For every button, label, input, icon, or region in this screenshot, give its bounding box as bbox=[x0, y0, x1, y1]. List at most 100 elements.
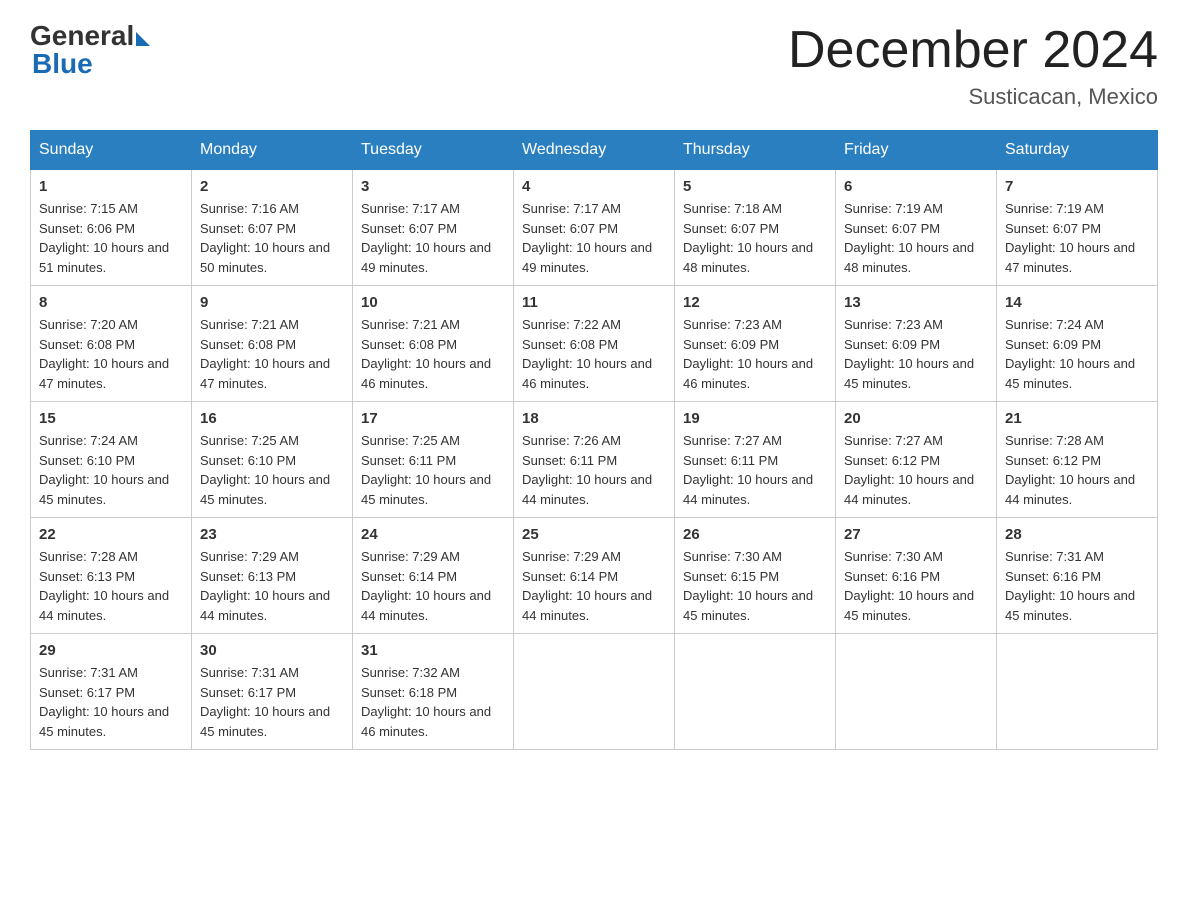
day-number: 3 bbox=[361, 178, 505, 195]
calendar-cell: 26 Sunrise: 7:30 AMSunset: 6:15 PMDayligh… bbox=[675, 518, 836, 634]
calendar-cell bbox=[997, 634, 1158, 750]
day-number: 8 bbox=[39, 294, 183, 311]
day-number: 25 bbox=[522, 526, 666, 543]
day-number: 1 bbox=[39, 178, 183, 195]
day-info: Sunrise: 7:27 AMSunset: 6:11 PMDaylight:… bbox=[683, 431, 827, 509]
logo-blue-text: Blue bbox=[32, 48, 93, 80]
calendar-cell bbox=[675, 634, 836, 750]
header-cell-wednesday: Wednesday bbox=[514, 131, 675, 170]
day-info: Sunrise: 7:18 AMSunset: 6:07 PMDaylight:… bbox=[683, 199, 827, 277]
day-number: 27 bbox=[844, 526, 988, 543]
day-info: Sunrise: 7:29 AMSunset: 6:13 PMDaylight:… bbox=[200, 547, 344, 625]
title-area: December 2024 Susticacan, Mexico bbox=[788, 20, 1158, 110]
day-info: Sunrise: 7:27 AMSunset: 6:12 PMDaylight:… bbox=[844, 431, 988, 509]
day-number: 22 bbox=[39, 526, 183, 543]
day-info: Sunrise: 7:23 AMSunset: 6:09 PMDaylight:… bbox=[844, 315, 988, 393]
calendar-cell: 5 Sunrise: 7:18 AMSunset: 6:07 PMDaylight… bbox=[675, 170, 836, 286]
day-number: 28 bbox=[1005, 526, 1149, 543]
day-number: 2 bbox=[200, 178, 344, 195]
day-info: Sunrise: 7:24 AMSunset: 6:09 PMDaylight:… bbox=[1005, 315, 1149, 393]
calendar-row: 8 Sunrise: 7:20 AMSunset: 6:08 PMDaylight… bbox=[31, 286, 1158, 402]
calendar-cell: 21 Sunrise: 7:28 AMSunset: 6:12 PMDayligh… bbox=[997, 402, 1158, 518]
header-row: SundayMondayTuesdayWednesdayThursdayFrid… bbox=[31, 131, 1158, 170]
calendar-row: 29 Sunrise: 7:31 AMSunset: 6:17 PMDayligh… bbox=[31, 634, 1158, 750]
day-info: Sunrise: 7:22 AMSunset: 6:08 PMDaylight:… bbox=[522, 315, 666, 393]
calendar-header: SundayMondayTuesdayWednesdayThursdayFrid… bbox=[31, 131, 1158, 170]
day-number: 16 bbox=[200, 410, 344, 427]
calendar-cell: 7 Sunrise: 7:19 AMSunset: 6:07 PMDaylight… bbox=[997, 170, 1158, 286]
day-number: 6 bbox=[844, 178, 988, 195]
day-info: Sunrise: 7:24 AMSunset: 6:10 PMDaylight:… bbox=[39, 431, 183, 509]
header-cell-friday: Friday bbox=[836, 131, 997, 170]
calendar-cell: 3 Sunrise: 7:17 AMSunset: 6:07 PMDaylight… bbox=[353, 170, 514, 286]
calendar-cell: 20 Sunrise: 7:27 AMSunset: 6:12 PMDayligh… bbox=[836, 402, 997, 518]
calendar-cell: 9Sunrise: 7:21 AMSunset: 6:08 PMDaylight… bbox=[192, 286, 353, 402]
day-info: Sunrise: 7:20 AMSunset: 6:08 PMDaylight:… bbox=[39, 315, 183, 393]
calendar-cell: 13 Sunrise: 7:23 AMSunset: 6:09 PMDayligh… bbox=[836, 286, 997, 402]
day-info: Sunrise: 7:26 AMSunset: 6:11 PMDaylight:… bbox=[522, 431, 666, 509]
calendar-cell: 14 Sunrise: 7:24 AMSunset: 6:09 PMDayligh… bbox=[997, 286, 1158, 402]
day-number: 21 bbox=[1005, 410, 1149, 427]
day-info: Sunrise: 7:30 AMSunset: 6:15 PMDaylight:… bbox=[683, 547, 827, 625]
calendar-table: SundayMondayTuesdayWednesdayThursdayFrid… bbox=[30, 130, 1158, 750]
calendar-cell: 1Sunrise: 7:15 AMSunset: 6:06 PMDaylight… bbox=[31, 170, 192, 286]
day-number: 31 bbox=[361, 642, 505, 659]
calendar-cell: 2 Sunrise: 7:16 AMSunset: 6:07 PMDaylight… bbox=[192, 170, 353, 286]
calendar-cell: 10 Sunrise: 7:21 AMSunset: 6:08 PMDayligh… bbox=[353, 286, 514, 402]
logo-arrow-icon bbox=[136, 32, 150, 46]
calendar-row: 15 Sunrise: 7:24 AMSunset: 6:10 PMDayligh… bbox=[31, 402, 1158, 518]
day-info: Sunrise: 7:29 AMSunset: 6:14 PMDaylight:… bbox=[522, 547, 666, 625]
calendar-cell: 28 Sunrise: 7:31 AMSunset: 6:16 PMDayligh… bbox=[997, 518, 1158, 634]
day-number: 13 bbox=[844, 294, 988, 311]
day-number: 4 bbox=[522, 178, 666, 195]
calendar-cell bbox=[514, 634, 675, 750]
header-cell-tuesday: Tuesday bbox=[353, 131, 514, 170]
day-info: Sunrise: 7:25 AMSunset: 6:10 PMDaylight:… bbox=[200, 431, 344, 509]
day-number: 14 bbox=[1005, 294, 1149, 311]
header: General Blue December 2024 Susticacan, M… bbox=[30, 20, 1158, 110]
day-number: 7 bbox=[1005, 178, 1149, 195]
day-info: Sunrise: 7:19 AMSunset: 6:07 PMDaylight:… bbox=[844, 199, 988, 277]
day-info: Sunrise: 7:17 AMSunset: 6:07 PMDaylight:… bbox=[361, 199, 505, 277]
day-number: 24 bbox=[361, 526, 505, 543]
day-info: Sunrise: 7:30 AMSunset: 6:16 PMDaylight:… bbox=[844, 547, 988, 625]
calendar-cell: 24 Sunrise: 7:29 AMSunset: 6:14 PMDayligh… bbox=[353, 518, 514, 634]
calendar-cell: 23Sunrise: 7:29 AMSunset: 6:13 PMDayligh… bbox=[192, 518, 353, 634]
day-number: 26 bbox=[683, 526, 827, 543]
header-cell-monday: Monday bbox=[192, 131, 353, 170]
calendar-cell: 29Sunrise: 7:31 AMSunset: 6:17 PMDayligh… bbox=[31, 634, 192, 750]
day-info: Sunrise: 7:17 AMSunset: 6:07 PMDaylight:… bbox=[522, 199, 666, 277]
calendar-cell: 17Sunrise: 7:25 AMSunset: 6:11 PMDayligh… bbox=[353, 402, 514, 518]
calendar-cell: 4 Sunrise: 7:17 AMSunset: 6:07 PMDaylight… bbox=[514, 170, 675, 286]
day-info: Sunrise: 7:28 AMSunset: 6:12 PMDaylight:… bbox=[1005, 431, 1149, 509]
day-number: 15 bbox=[39, 410, 183, 427]
calendar-cell: 12Sunrise: 7:23 AMSunset: 6:09 PMDayligh… bbox=[675, 286, 836, 402]
calendar-cell: 31 Sunrise: 7:32 AMSunset: 6:18 PMDayligh… bbox=[353, 634, 514, 750]
day-info: Sunrise: 7:31 AMSunset: 6:17 PMDaylight:… bbox=[200, 663, 344, 741]
location-title: Susticacan, Mexico bbox=[788, 84, 1158, 110]
day-number: 5 bbox=[683, 178, 827, 195]
day-number: 11 bbox=[522, 294, 666, 311]
day-number: 10 bbox=[361, 294, 505, 311]
calendar-cell: 8 Sunrise: 7:20 AMSunset: 6:08 PMDaylight… bbox=[31, 286, 192, 402]
day-info: Sunrise: 7:21 AMSunset: 6:08 PMDaylight:… bbox=[361, 315, 505, 393]
day-info: Sunrise: 7:16 AMSunset: 6:07 PMDaylight:… bbox=[200, 199, 344, 277]
calendar-cell: 16 Sunrise: 7:25 AMSunset: 6:10 PMDayligh… bbox=[192, 402, 353, 518]
day-number: 12 bbox=[683, 294, 827, 311]
day-info: Sunrise: 7:32 AMSunset: 6:18 PMDaylight:… bbox=[361, 663, 505, 741]
calendar-row: 1Sunrise: 7:15 AMSunset: 6:06 PMDaylight… bbox=[31, 170, 1158, 286]
calendar-cell: 19Sunrise: 7:27 AMSunset: 6:11 PMDayligh… bbox=[675, 402, 836, 518]
header-cell-thursday: Thursday bbox=[675, 131, 836, 170]
day-info: Sunrise: 7:31 AMSunset: 6:16 PMDaylight:… bbox=[1005, 547, 1149, 625]
day-info: Sunrise: 7:21 AMSunset: 6:08 PMDaylight:… bbox=[200, 315, 344, 393]
day-info: Sunrise: 7:19 AMSunset: 6:07 PMDaylight:… bbox=[1005, 199, 1149, 277]
calendar-cell bbox=[836, 634, 997, 750]
day-number: 20 bbox=[844, 410, 988, 427]
calendar-cell: 25 Sunrise: 7:29 AMSunset: 6:14 PMDayligh… bbox=[514, 518, 675, 634]
day-info: Sunrise: 7:28 AMSunset: 6:13 PMDaylight:… bbox=[39, 547, 183, 625]
calendar-cell: 15 Sunrise: 7:24 AMSunset: 6:10 PMDayligh… bbox=[31, 402, 192, 518]
calendar-cell: 27 Sunrise: 7:30 AMSunset: 6:16 PMDayligh… bbox=[836, 518, 997, 634]
calendar-cell: 18Sunrise: 7:26 AMSunset: 6:11 PMDayligh… bbox=[514, 402, 675, 518]
day-number: 29 bbox=[39, 642, 183, 659]
day-info: Sunrise: 7:29 AMSunset: 6:14 PMDaylight:… bbox=[361, 547, 505, 625]
